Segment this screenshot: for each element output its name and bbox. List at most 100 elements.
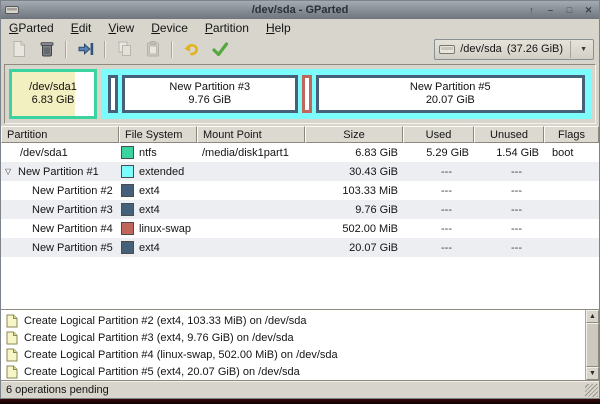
- device-size: (37.26 GiB): [507, 43, 563, 55]
- visual-partition-sda1[interactable]: /dev/sda1 6.83 GiB: [9, 69, 97, 119]
- scrollbar-thumb[interactable]: [586, 323, 599, 367]
- filesystem-label: extended: [139, 166, 184, 178]
- table-row-np1[interactable]: ▽New Partition #1 extended 30.43 GiB ---…: [1, 162, 599, 181]
- device-name: /dev/sda: [460, 43, 502, 55]
- menu-help[interactable]: Help: [266, 21, 291, 35]
- partition-size: 6.83 GiB: [32, 94, 75, 107]
- apply-button[interactable]: [207, 38, 232, 60]
- undo-arrow-icon: [183, 40, 201, 58]
- harddrive-icon: [439, 44, 455, 55]
- operation-item[interactable]: Create Logical Partition #2 (ext4, 103.3…: [4, 312, 585, 329]
- table-row-np3[interactable]: New Partition #3 ext4 9.76 GiB --- ---: [1, 200, 599, 219]
- operation-text: Create Logical Partition #5 (ext4, 20.07…: [24, 366, 300, 378]
- operation-text: Create Logical Partition #2 (ext4, 103.3…: [24, 315, 307, 327]
- expander-icon[interactable]: ▽: [5, 167, 18, 176]
- used-value: ---: [403, 166, 474, 178]
- table-header: Partition File System Mount Point Size U…: [1, 126, 599, 143]
- window-controls: ↑ – □ ✕: [525, 4, 595, 16]
- column-header-size[interactable]: Size: [305, 126, 403, 143]
- partition-name: New Partition #5: [1, 242, 119, 254]
- size-value: 30.43 GiB: [305, 166, 403, 178]
- new-partition-button: [6, 38, 31, 60]
- scroll-up-icon[interactable]: ▲: [586, 310, 599, 323]
- visual-partition-np5[interactable]: New Partition #5 20.07 GiB: [316, 75, 585, 113]
- close-button[interactable]: ✕: [582, 4, 595, 16]
- unused-value: ---: [474, 242, 544, 254]
- new-partition-icon: [6, 314, 18, 328]
- partition-name: New Partition #4: [1, 223, 119, 235]
- menu-view[interactable]: View: [108, 21, 134, 35]
- column-header-unused[interactable]: Unused: [474, 126, 544, 143]
- device-selector[interactable]: /dev/sda (37.26 GiB) ▼: [434, 39, 594, 60]
- pending-operations-panel: Create Logical Partition #2 (ext4, 103.3…: [1, 309, 599, 381]
- column-header-partition[interactable]: Partition: [1, 126, 119, 143]
- toolbar: /dev/sda (37.26 GiB) ▼: [1, 36, 599, 62]
- size-value: 6.83 GiB: [305, 147, 403, 159]
- operation-text: Create Logical Partition #3 (ext4, 9.76 …: [24, 332, 294, 344]
- flags-value: boot: [544, 147, 599, 159]
- partition-label: New Partition #3: [169, 81, 250, 94]
- filesystem-color-swatch: [121, 241, 134, 254]
- partition-name: /dev/sda1: [1, 147, 119, 159]
- unused-value: ---: [474, 223, 544, 235]
- table-row-np2[interactable]: New Partition #2 ext4 103.33 MiB --- ---: [1, 181, 599, 200]
- checkmark-icon: [211, 40, 229, 58]
- resize-move-button[interactable]: [73, 38, 98, 60]
- partition-name: New Partition #1: [18, 166, 99, 178]
- table-row-np5[interactable]: New Partition #5 ext4 20.07 GiB --- ---: [1, 238, 599, 257]
- menu-device[interactable]: Device: [151, 21, 188, 35]
- operation-item[interactable]: Create Logical Partition #4 (linux-swap,…: [4, 346, 585, 363]
- shade-button[interactable]: ↑: [525, 4, 538, 16]
- copy-icon: [116, 40, 134, 58]
- gparted-window: /dev/sda - GParted ↑ – □ ✕ GParted Edit …: [0, 0, 600, 399]
- copy-button: [112, 38, 137, 60]
- operation-item[interactable]: Create Logical Partition #5 (ext4, 20.07…: [4, 363, 585, 380]
- column-header-flags[interactable]: Flags: [544, 126, 599, 143]
- visual-partition-extended[interactable]: New Partition #3 9.76 GiB New Partition …: [102, 69, 591, 119]
- menu-partition[interactable]: Partition: [205, 21, 249, 35]
- minimize-button[interactable]: –: [544, 4, 557, 16]
- filesystem-label: ext4: [139, 242, 160, 254]
- new-document-icon: [10, 40, 28, 58]
- used-value: 5.29 GiB: [403, 147, 474, 159]
- size-value: 502.00 MiB: [305, 223, 403, 235]
- filesystem-color-swatch: [121, 165, 134, 178]
- menu-edit[interactable]: Edit: [71, 21, 92, 35]
- paste-button: [140, 38, 165, 60]
- column-header-mountpoint[interactable]: Mount Point: [197, 126, 305, 143]
- unused-value: ---: [474, 166, 544, 178]
- table-row-np4[interactable]: New Partition #4 linux-swap 502.00 MiB -…: [1, 219, 599, 238]
- operations-scrollbar: ▲ ▼: [585, 310, 599, 380]
- used-value: ---: [403, 242, 474, 254]
- mount-point: /media/disk1part1: [197, 147, 305, 159]
- maximize-button[interactable]: □: [563, 4, 576, 16]
- delete-partition-button[interactable]: [34, 38, 59, 60]
- partition-size: 20.07 GiB: [426, 94, 475, 107]
- menu-gparted[interactable]: GParted: [9, 21, 54, 35]
- partition-label: /dev/sda1: [29, 81, 77, 94]
- filesystem-label: ext4: [139, 204, 160, 216]
- operation-item[interactable]: Create Logical Partition #3 (ext4, 9.76 …: [4, 329, 585, 346]
- toolbar-separator: [104, 41, 106, 58]
- visual-partition-np4[interactable]: [302, 75, 312, 113]
- scroll-down-icon[interactable]: ▼: [586, 367, 599, 380]
- unused-value: 1.54 GiB: [474, 147, 544, 159]
- size-value: 20.07 GiB: [305, 242, 403, 254]
- partition-name: New Partition #3: [1, 204, 119, 216]
- filesystem-label: ntfs: [139, 147, 157, 159]
- partition-visual-bar: /dev/sda1 6.83 GiB New Partition #3 9.76…: [4, 64, 596, 124]
- titlebar[interactable]: /dev/sda - GParted ↑ – □ ✕: [1, 1, 599, 19]
- resize-arrow-icon: [77, 40, 95, 58]
- unused-value: ---: [474, 185, 544, 197]
- filesystem-color-swatch: [121, 203, 134, 216]
- column-header-used[interactable]: Used: [403, 126, 474, 143]
- operation-text: Create Logical Partition #4 (linux-swap,…: [24, 349, 338, 361]
- column-header-filesystem[interactable]: File System: [119, 126, 197, 143]
- clipboard-icon: [144, 40, 162, 58]
- table-row-sda1[interactable]: /dev/sda1 ntfs /media/disk1part1 6.83 Gi…: [1, 143, 599, 162]
- toolbar-separator: [171, 41, 173, 58]
- resize-grip[interactable]: [585, 384, 598, 397]
- undo-button[interactable]: [179, 38, 204, 60]
- visual-partition-np3[interactable]: New Partition #3 9.76 GiB: [122, 75, 298, 113]
- visual-partition-np2[interactable]: [108, 75, 118, 113]
